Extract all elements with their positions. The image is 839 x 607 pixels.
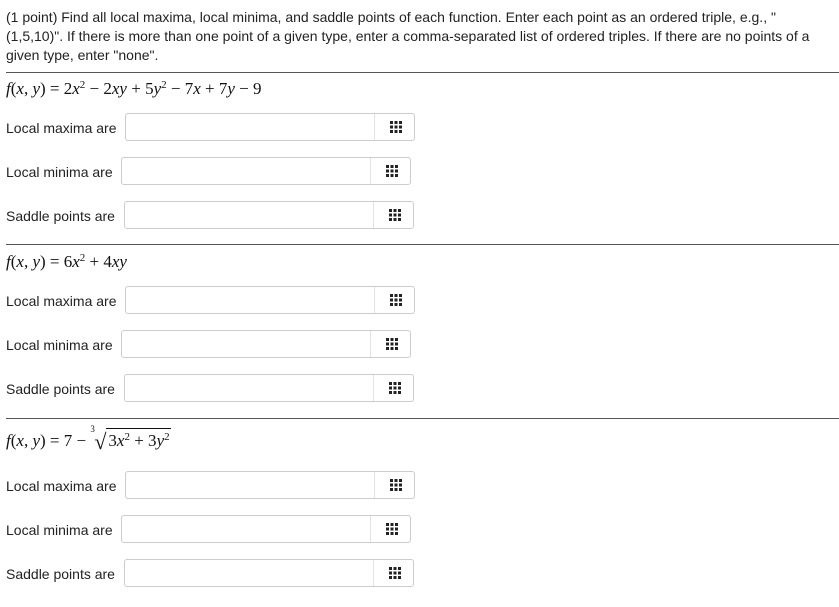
problem-2-local-maxima-input[interactable] <box>126 287 374 313</box>
local-minima-label: Local minima are <box>6 164 113 180</box>
field-divider <box>374 287 375 313</box>
section-divider <box>6 244 839 245</box>
saddle-points-label: Saddle points are <box>6 208 115 224</box>
local-maxima-label: Local maxima are <box>6 478 117 494</box>
problem-2-local-minima-input[interactable] <box>122 331 370 357</box>
field-divider <box>374 114 375 140</box>
field-divider <box>370 331 371 357</box>
equation-editor-grid-icon[interactable] <box>390 121 402 133</box>
equation-editor-grid-icon[interactable] <box>389 209 401 221</box>
local-maxima-label: Local maxima are <box>6 293 117 309</box>
saddle-points-field <box>124 374 414 402</box>
section-divider <box>6 72 839 73</box>
local-minima-field <box>121 157 411 185</box>
equation-editor-grid-icon[interactable] <box>389 382 401 394</box>
problem-1-local-maxima-input[interactable] <box>126 114 374 140</box>
saddle-points-label: Saddle points are <box>6 381 115 397</box>
saddle-points-label: Saddle points are <box>6 566 115 582</box>
problem-instructions: (1 point) Find all local maxima, local m… <box>6 9 810 63</box>
saddle-points-field <box>124 201 414 229</box>
problem-3-local-maxima-input[interactable] <box>126 472 374 498</box>
cube-root: 3 √ 3x2 + 3y2 <box>90 424 171 454</box>
section-divider <box>6 418 839 419</box>
local-maxima-field <box>125 286 415 314</box>
equation-editor-grid-icon[interactable] <box>390 294 402 306</box>
function-2-formula: f(x, y) = 6x2 + 4xy <box>6 252 127 271</box>
problem-3-local-minima-input[interactable] <box>122 516 370 542</box>
function-3-formula: f(x, y) = 7 − 3 √ 3x2 + 3y2 <box>6 424 171 454</box>
local-minima-label: Local minima are <box>6 522 113 538</box>
function-1-formula: f(x, y) = 2x2 − 2xy + 5y2 − 7x + 7y − 9 <box>6 79 262 98</box>
field-divider <box>373 560 374 586</box>
field-divider <box>373 375 374 401</box>
problem-1-saddle-points-input[interactable] <box>125 202 373 228</box>
field-divider <box>374 472 375 498</box>
field-divider <box>373 202 374 228</box>
local-minima-field <box>121 330 411 358</box>
field-divider <box>370 516 371 542</box>
equation-editor-grid-icon[interactable] <box>386 338 398 350</box>
local-maxima-field <box>125 113 415 141</box>
equation-editor-grid-icon[interactable] <box>386 165 398 177</box>
equation-editor-grid-icon[interactable] <box>390 479 402 491</box>
saddle-points-field <box>124 559 414 587</box>
problem-1-local-minima-input[interactable] <box>122 158 370 184</box>
local-maxima-label: Local maxima are <box>6 120 117 136</box>
field-divider <box>370 158 371 184</box>
problem-3-saddle-points-input[interactable] <box>125 560 373 586</box>
local-maxima-field <box>125 471 415 499</box>
equation-editor-grid-icon[interactable] <box>386 523 398 535</box>
local-minima-label: Local minima are <box>6 337 113 353</box>
equation-editor-grid-icon[interactable] <box>389 567 401 579</box>
problem-2-saddle-points-input[interactable] <box>125 375 373 401</box>
local-minima-field <box>121 515 411 543</box>
